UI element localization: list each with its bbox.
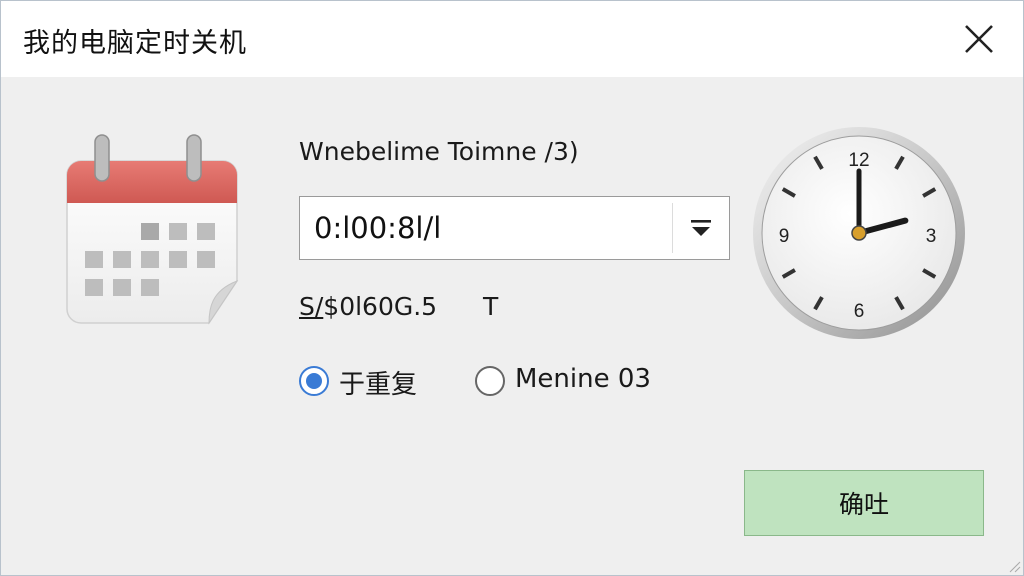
clock-icon: 12 3 6 9 [753,127,965,339]
resize-grip-icon[interactable] [1007,559,1021,573]
ok-button[interactable]: 确吐 [744,470,984,536]
title-bar: 我的电脑定时关机 [1,1,1023,77]
info-text: S/$0l60G.5 [299,292,437,321]
shutdown-time-label: Wnebelime Toimne /3) [299,137,579,166]
close-icon [965,25,993,53]
clock-numeral-6: 6 [854,301,865,322]
radio-label-2: Menine 03 [515,364,651,394]
info-value-text: $0l60G.5 [323,292,438,321]
radio-unchecked-icon[interactable] [475,366,505,396]
close-button[interactable] [957,17,1001,61]
shutdown-time-value: 0:l00:8l/l [314,211,442,245]
dropdown-divider [672,203,673,253]
dialog-window: 我的电脑定时关机 Wnebelime Toimne /3) 0:l00:8l/l… [0,0,1024,576]
window-title: 我的电脑定时关机 [23,28,247,59]
calendar-icon [66,134,239,325]
clock-numeral-9: 9 [779,226,790,247]
clock-numeral-12: 12 [848,150,869,171]
info-underlined-text: S/ [299,292,324,321]
shutdown-time-dropdown[interactable]: 0:l00:8l/l [299,196,730,260]
clock-numeral-3: 3 [926,226,937,247]
clock-center-pin [851,225,867,241]
info-suffix-text: T [483,292,499,321]
dropdown-arrow-icon[interactable] [687,214,715,242]
radio-checked-icon[interactable] [299,366,329,396]
radio-label-1: 于重复 [339,370,418,400]
